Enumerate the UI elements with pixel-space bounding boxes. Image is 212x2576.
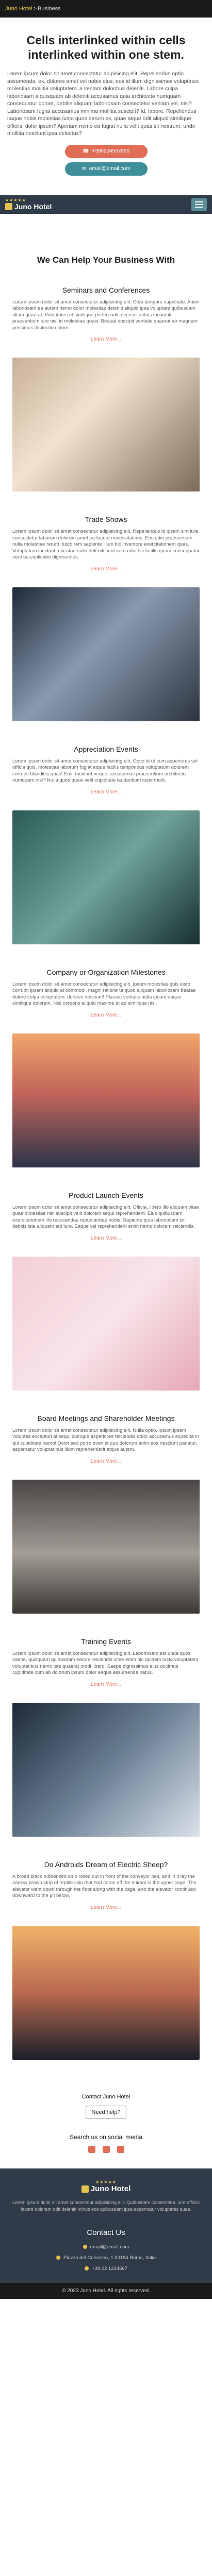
instagram-icon[interactable] (102, 2145, 110, 2153)
hamburger-menu-button[interactable] (191, 198, 207, 211)
footer-email[interactable]: email@email.com (0, 2244, 212, 2250)
breadcrumb-home-link[interactable]: Juno Hotel (5, 6, 32, 12)
service-text: Lorem ipsum dolor sit amet consectetur a… (12, 1204, 199, 1230)
footer-logo[interactable]: ★★★★★ Juno Hotel (0, 2180, 212, 2193)
learn-more-link[interactable]: Learn More... (91, 1012, 121, 1018)
cta-label: Contact Juno Hotel (81, 2093, 131, 2100)
service-text: Lorem ipsum dolor sit amet consectetur a… (12, 299, 200, 331)
learn-more-link[interactable]: Learn More... (91, 1459, 121, 1464)
service-card: Appreciation Events Lorem ipsum dolor sit… (12, 745, 200, 968)
service-text: Lorem ipsum dolor sit amet consectetur a… (12, 1650, 199, 1676)
service-card: Do Androids Dream of Electric Sheep? A br… (12, 1860, 200, 2083)
service-text: Lorem ipsum dolor sit amet consectetur a… (12, 529, 200, 560)
service-card: Company or Organization Milestones Lorem … (12, 968, 200, 1191)
phone-icon: ☎ (82, 148, 89, 154)
contact-cta: Contact Juno Hotel Need help? (0, 2083, 212, 2119)
learn-more-link[interactable]: Learn More... (91, 1682, 121, 1687)
learn-more-link[interactable]: Learn More... (91, 566, 121, 572)
facebook-icon[interactable] (88, 2145, 95, 2153)
service-image (12, 1479, 200, 1614)
learn-more-link[interactable]: Learn More... (91, 789, 121, 795)
service-card: Seminars and Conferences Lorem ipsum dolo… (12, 286, 200, 516)
service-image (12, 810, 200, 944)
service-title: Do Androids Dream of Electric Sheep? (44, 1860, 168, 1869)
phone-button[interactable]: ☎ +390234567890 (64, 144, 148, 158)
youtube-icon[interactable] (117, 2145, 124, 2153)
intro-text: Lorem ipsum dolor sit amet consectetur a… (7, 71, 199, 137)
footer-brand-name: Juno Hotel (90, 2184, 131, 2193)
brand-navbar: ★★★★★ Juno Hotel (0, 195, 212, 214)
hotel-logo-icon (5, 202, 12, 210)
service-title: Appreciation Events (74, 744, 138, 753)
service-title: Company or Organization Milestones (46, 968, 166, 976)
services-list: Seminars and Conferences Lorem ipsum dolo… (0, 286, 212, 2083)
social-section: Search us on social media (0, 2119, 212, 2168)
page-title: Cells interlinked within cells interlink… (26, 33, 186, 61)
service-title: Trade Shows (85, 515, 127, 523)
email-address: email@email.com (89, 166, 131, 172)
footer-address: Piazza del Colosseo, 1 00184 Roma, Itali… (0, 2255, 212, 2261)
service-image (12, 1702, 200, 1837)
mail-icon (83, 2245, 87, 2249)
phone-icon (85, 2266, 89, 2270)
top-breadcrumb-bar: Juno Hotel > Business (0, 0, 212, 18)
service-image (12, 1925, 200, 2060)
copyright: © 2023 Juno Hotel. All rights reserved. (0, 2282, 212, 2299)
brand-name: Juno Hotel (14, 202, 52, 211)
service-text: Lorem ipsum dolor sit amet consectetur a… (12, 981, 196, 1007)
footer-contacts: Contact Us email@email.com Piazza del Co… (0, 2228, 212, 2272)
phone-number: +390234567890 (92, 148, 130, 154)
learn-more-link[interactable]: Learn More... (91, 1905, 121, 1910)
service-title: Board Meetings and Shareholder Meetings (37, 1414, 175, 1422)
brand-logo[interactable]: ★★★★★ Juno Hotel (5, 198, 52, 211)
intro-section: Cells interlinked within cells interlink… (0, 18, 212, 188)
service-card: Trade Shows Lorem ipsum dolor sit amet co… (12, 515, 200, 745)
service-title: Product Launch Events (69, 1191, 143, 1199)
services-heading: We Can Help Your Business With (37, 255, 175, 265)
service-title: Seminars and Conferences (62, 285, 150, 294)
breadcrumb-separator: > (33, 6, 37, 12)
learn-more-link[interactable]: Learn More... (91, 1235, 121, 1241)
service-image (12, 1256, 200, 1391)
service-text: Lorem ipsum dolor sit amet consectetur a… (12, 1427, 199, 1453)
footer-contacts-title: Contact Us (87, 2228, 125, 2237)
email-button[interactable]: ✉ email@email.com (64, 162, 148, 176)
service-image (12, 587, 200, 721)
breadcrumb-current: Business (38, 6, 61, 12)
star-rating: ★★★★★ (5, 197, 26, 202)
hotel-logo-icon (81, 2185, 89, 2193)
service-title: Training Events (81, 1637, 131, 1646)
service-card: Product Launch Events Lorem ipsum dolor s… (12, 1191, 200, 1414)
service-card: Training Events Lorem ipsum dolor sit ame… (12, 1637, 200, 1860)
location-icon (56, 2256, 60, 2260)
need-help-button[interactable]: Need help? (86, 2105, 126, 2119)
footer-phone[interactable]: +39 02 1234567 (0, 2266, 212, 2272)
service-text: Lorem ipsum dolor sit amet consectetur a… (12, 758, 198, 784)
footer-stars: ★★★★★ (95, 2179, 117, 2184)
learn-more-link[interactable]: Learn More... (91, 336, 121, 342)
mail-icon: ✉ (81, 166, 86, 172)
social-label: Search us on social media (70, 2133, 142, 2141)
site-footer: ★★★★★ Juno Hotel Lorem ipsum dolor sit a… (0, 2168, 212, 2299)
service-text: A broad black rubberized strip rolled ou… (12, 1873, 197, 1899)
service-card: Board Meetings and Shareholder Meetings L… (12, 1414, 200, 1637)
service-image (12, 1033, 200, 1167)
footer-description: Lorem ipsum dolor sit amet consectetur a… (12, 2199, 200, 2212)
service-image (12, 358, 200, 492)
quick-contacts: ☎ +390234567890 ✉ email@email.com (7, 144, 205, 176)
